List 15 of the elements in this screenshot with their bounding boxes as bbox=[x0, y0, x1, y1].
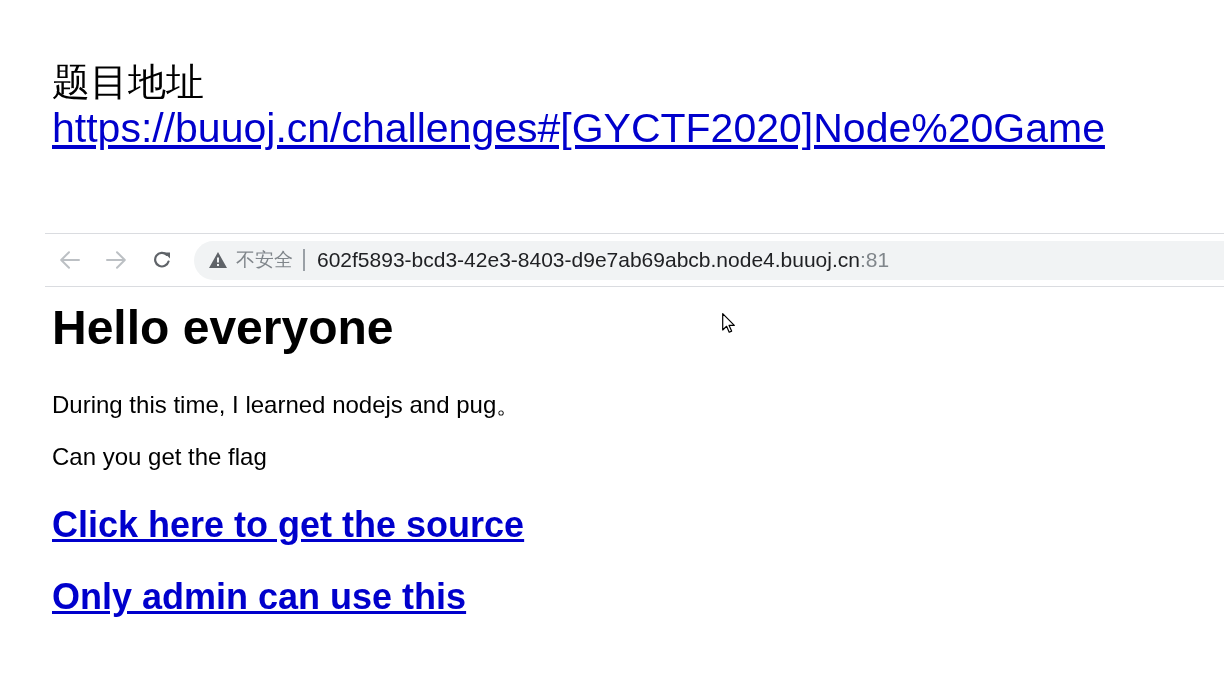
paragraph: Can you get the flag bbox=[52, 442, 267, 472]
page-link[interactable]: Click here to get the source bbox=[52, 504, 525, 546]
url-text: 602f5893-bcd3-42e3-8403-d9e7ab69abcb.node4.buuoj.cn:81 bbox=[317, 247, 890, 274]
section-title: 题目地址 bbox=[52, 60, 204, 104]
reload-icon bbox=[152, 250, 172, 270]
security-label: 不安全 bbox=[236, 247, 293, 272]
page-heading: Hello everyone bbox=[52, 300, 394, 356]
challenge-link[interactable]: https://buuoj.cn/challenges#[GYCTF2020]Node%20Game bbox=[52, 104, 1105, 152]
mouse-cursor-icon bbox=[722, 313, 735, 333]
back-arrow-icon bbox=[60, 251, 80, 269]
address-bar[interactable]: 不安全 602f5893-bcd3-42e3-8403-d9e7ab69abcb.node4.buuoj.cn:81 bbox=[194, 240, 1224, 280]
warning-icon bbox=[209, 252, 227, 268]
page-link[interactable]: Only admin can use this bbox=[52, 576, 467, 618]
forward-arrow-icon bbox=[106, 251, 126, 269]
paragraph: During this time, I learned nodejs and pug。 bbox=[52, 390, 521, 420]
